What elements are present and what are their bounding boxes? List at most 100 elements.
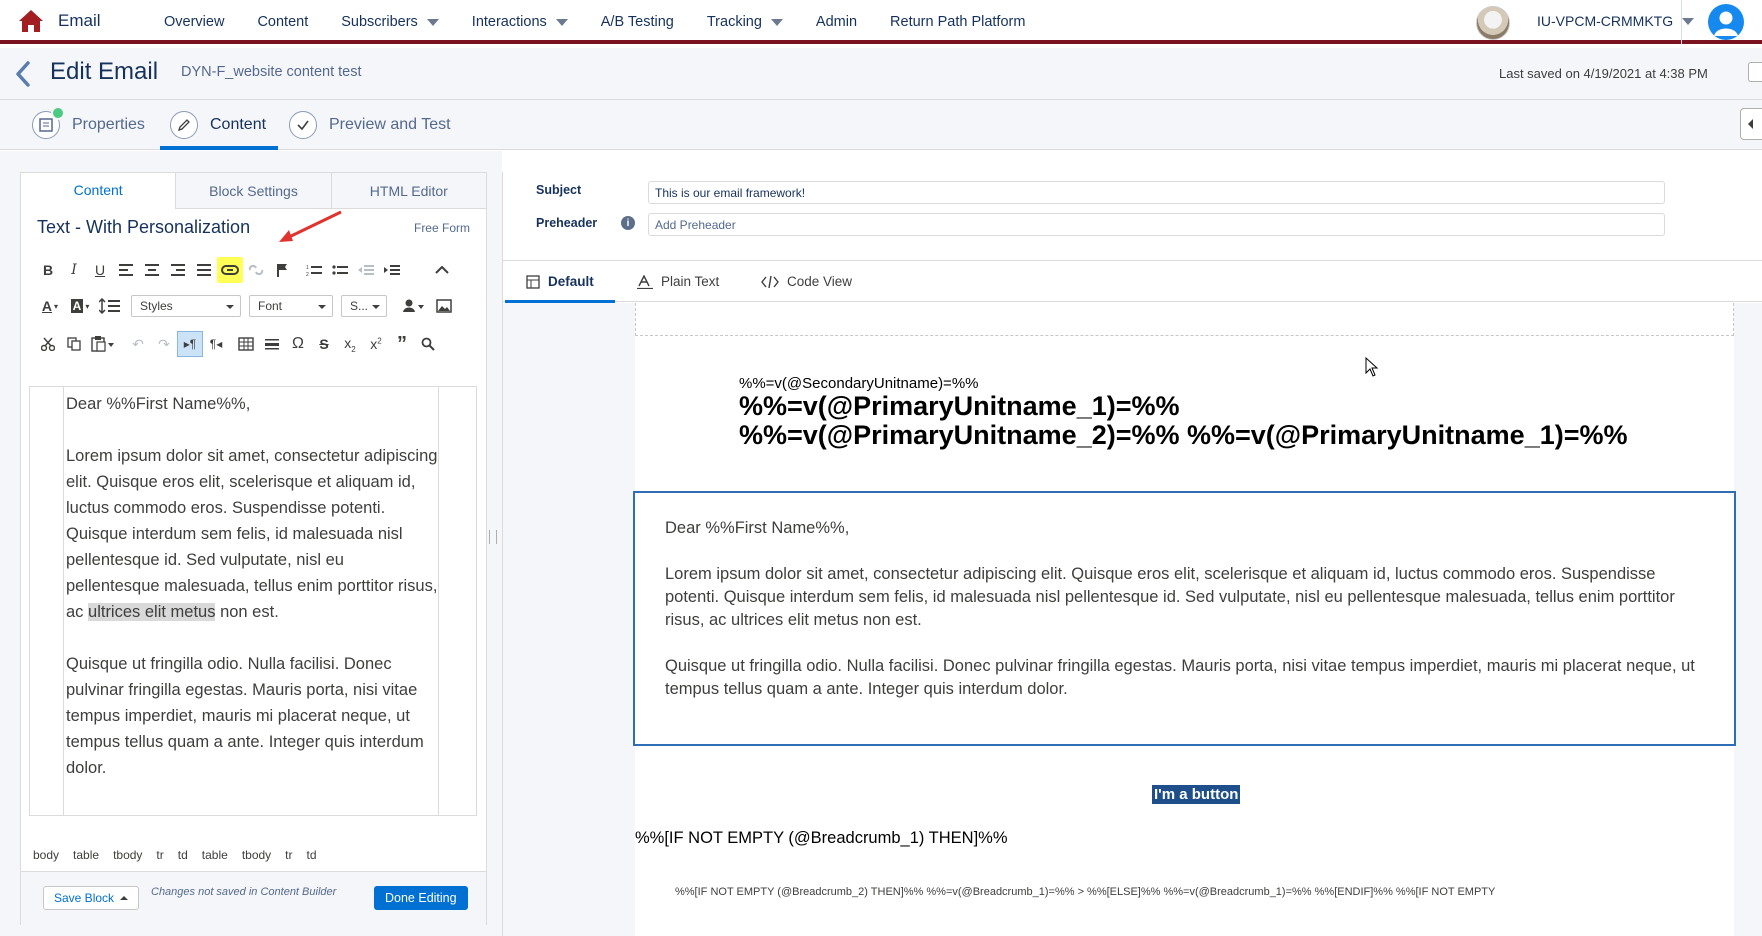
nav-item-admin[interactable]: Admin	[816, 14, 857, 30]
underline-icon[interactable]: U	[87, 257, 113, 283]
horizontal-rule-icon[interactable]	[259, 331, 285, 357]
copy-icon[interactable]	[61, 331, 87, 357]
rich-text-editor[interactable]: Dear %%First Name%%, Lorem ipsum dolor s…	[29, 386, 477, 816]
nav-item-ab-testing[interactable]: A/B Testing	[601, 14, 674, 30]
tab-content-editor[interactable]: Content	[21, 173, 176, 209]
block-mode: Free Form	[413, 221, 470, 235]
cut-icon[interactable]	[35, 331, 61, 357]
justify-icon[interactable]	[191, 257, 217, 283]
unlink-icon[interactable]	[243, 257, 269, 283]
path-item-td[interactable]: td	[307, 848, 317, 862]
background-color-icon[interactable]: A ▾	[65, 293, 95, 319]
paste-icon[interactable]	[87, 331, 119, 357]
tab-preview-and-test[interactable]: Preview and Test	[289, 100, 451, 150]
editor-content[interactable]: Dear %%First Name%%, Lorem ipsum dolor s…	[63, 387, 439, 815]
home-icon[interactable]	[18, 8, 44, 34]
chevron-up-icon	[120, 896, 129, 900]
org-name: IU-VPCM-CRMMKTG	[1537, 13, 1674, 29]
blockquote-icon[interactable]: ”	[389, 331, 415, 357]
bullet-list-icon[interactable]	[327, 257, 353, 283]
line-height-icon[interactable]	[95, 293, 125, 319]
back-arrow-icon[interactable]	[12, 60, 34, 88]
email-canvas: %%=v(@SecondaryUnitname)=%% %%=v(@Primar…	[503, 303, 1762, 936]
user-avatar[interactable]	[1476, 6, 1510, 40]
bold-icon[interactable]: B	[35, 257, 61, 283]
app-name[interactable]: Email	[58, 11, 101, 31]
nav-item-subscribers[interactable]: Subscribers	[341, 14, 439, 30]
tab-code-view[interactable]: Code View	[761, 261, 852, 302]
completed-badge	[51, 106, 65, 120]
tab-default-view[interactable]: Default	[505, 261, 615, 303]
view-tabs: Default Plain Text Code View	[503, 260, 1762, 303]
ltr-direction-icon[interactable]: ▸¶	[177, 331, 203, 357]
save-block-button[interactable]: Save Block	[43, 886, 140, 910]
nav-item-overview[interactable]: Overview	[164, 14, 224, 30]
toolbar-row-1: B I U 12	[35, 257, 455, 283]
path-item-tr[interactable]: tr	[156, 848, 163, 862]
numbered-list-icon[interactable]: 12	[301, 257, 327, 283]
path-item-tbody[interactable]: tbody	[113, 848, 142, 862]
subject-input[interactable]: This is our email framework!	[648, 181, 1665, 204]
email-cta-button[interactable]: I'm a button	[1152, 785, 1241, 804]
path-item-tbody[interactable]: tbody	[242, 848, 271, 862]
rtl-direction-icon[interactable]: ¶◂	[203, 331, 229, 357]
special-character-icon[interactable]: Ω	[285, 331, 311, 357]
subscript-icon[interactable]: x2	[337, 331, 363, 357]
tab-label: Plain Text	[661, 274, 720, 289]
find-icon[interactable]	[415, 331, 441, 357]
drop-zone[interactable]	[635, 303, 1734, 336]
editor-paragraph-1: Lorem ipsum dolor sit amet, consectetur …	[66, 443, 438, 625]
profile-icon[interactable]	[1708, 4, 1744, 40]
superscript-icon[interactable]: x2	[363, 331, 389, 357]
tab-html-editor[interactable]: HTML Editor	[330, 173, 486, 208]
table-icon[interactable]	[233, 331, 259, 357]
link-icon[interactable]	[217, 257, 243, 283]
align-center-icon[interactable]	[139, 257, 165, 283]
pin-tab[interactable]	[1748, 62, 1762, 82]
done-editing-button[interactable]: Done Editing	[374, 886, 468, 910]
tab-block-settings[interactable]: Block Settings	[175, 173, 330, 208]
collapse-toolbar-icon[interactable]	[429, 257, 455, 283]
nav-item-return-path[interactable]: Return Path Platform	[890, 14, 1025, 30]
last-saved-status: Last saved on 4/19/2021 at 4:38 PM	[1499, 66, 1708, 81]
nav-item-interactions[interactable]: Interactions	[472, 14, 568, 30]
nav-item-tracking[interactable]: Tracking	[707, 14, 783, 30]
path-item-td[interactable]: td	[178, 848, 188, 862]
path-item-table[interactable]: table	[202, 848, 228, 862]
page-title: Edit Email	[50, 58, 159, 85]
info-icon[interactable]: i	[621, 216, 635, 230]
secondary-unit-text: %%=v(@SecondaryUnitname)=%%	[739, 375, 979, 392]
tab-content[interactable]: Content	[159, 100, 279, 150]
styles-dropdown[interactable]: Styles	[131, 295, 241, 317]
outdent-icon[interactable]	[353, 257, 379, 283]
undo-icon[interactable]: ↶	[125, 331, 151, 357]
path-item-tr[interactable]: tr	[285, 848, 292, 862]
align-left-icon[interactable]	[113, 257, 139, 283]
org-switcher[interactable]: IU-VPCM-CRMMKTG	[1537, 13, 1695, 29]
size-dropdown[interactable]: S...	[341, 295, 387, 317]
editor-footer: Save Block Changes not saved in Content …	[21, 871, 486, 925]
tab-properties[interactable]: Properties	[32, 100, 145, 150]
nav-item-content[interactable]: Content	[257, 14, 308, 30]
redo-icon[interactable]: ↷	[151, 331, 177, 357]
tab-label: Code View	[787, 274, 853, 289]
path-item-table[interactable]: table	[73, 848, 99, 862]
indent-icon[interactable]	[379, 257, 405, 283]
collapse-panel-button[interactable]	[1740, 108, 1762, 140]
italic-icon[interactable]: I	[61, 257, 87, 283]
selected-text-block[interactable]: Dear %%First Name%%, Lorem ipsum dolor s…	[633, 491, 1736, 746]
align-right-icon[interactable]	[165, 257, 191, 283]
preheader-input[interactable]: Add Preheader	[648, 213, 1665, 236]
font-dropdown[interactable]: Font	[249, 295, 333, 317]
nav-menu: Overview Content Subscribers Interaction…	[164, 0, 1058, 44]
text-color-icon[interactable]: A ▾	[35, 293, 65, 319]
pencil-icon	[170, 111, 198, 139]
strikethrough-icon[interactable]: S	[311, 331, 337, 357]
svg-text:2: 2	[306, 272, 309, 276]
tab-plain-text[interactable]: Plain Text	[637, 261, 719, 302]
anchor-flag-icon[interactable]	[269, 257, 295, 283]
image-icon[interactable]	[431, 293, 457, 319]
panel-resize-handle[interactable]	[489, 530, 497, 554]
personalization-icon[interactable]	[397, 293, 431, 319]
path-item-body[interactable]: body	[33, 848, 59, 862]
